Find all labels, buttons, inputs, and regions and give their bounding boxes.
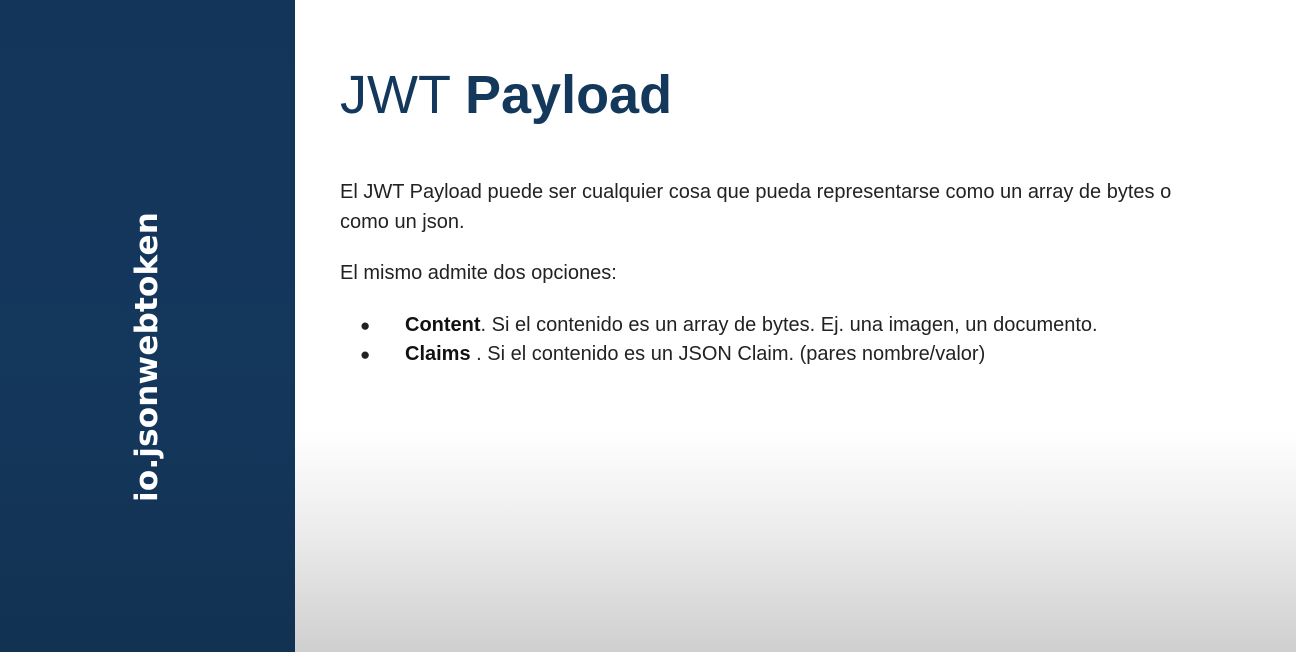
slide-title-regular: JWT: [340, 65, 465, 125]
bullet-term: Content: [405, 314, 481, 336]
bullet-text: . Si el contenido es un JSON Claim. (par…: [470, 343, 986, 365]
slide: io.jsonwebtoken JWT Payload El JWT Paylo…: [0, 0, 1296, 652]
bullet-term: Claims: [405, 343, 471, 365]
bullet-icon: ●: [360, 345, 371, 364]
list-item: ● Claims . Si el contenido es un JSON Cla…: [340, 340, 1098, 369]
options-intro-paragraph: El mismo admite dos opciones:: [340, 262, 617, 284]
slide-content: JWT Payload El JWT Payload puede ser cua…: [295, 0, 1296, 652]
bullet-text: . Si el contenido es un array de bytes. …: [480, 314, 1098, 336]
bullet-icon: ●: [360, 316, 371, 335]
slide-title-bold: Payload: [464, 65, 673, 125]
list-item: ● Content. Si el contenido es un array de…: [340, 311, 1098, 340]
sidebar-vertical-label: io.jsonwebtoken: [129, 212, 165, 502]
sidebar: io.jsonwebtoken: [0, 0, 295, 652]
options-list: ● Content. Si el contenido es un array de…: [340, 311, 1098, 369]
intro-paragraph: El JWT Payload puede ser cualquier cosa …: [340, 181, 1172, 233]
slide-title: JWT Payload: [340, 62, 672, 128]
